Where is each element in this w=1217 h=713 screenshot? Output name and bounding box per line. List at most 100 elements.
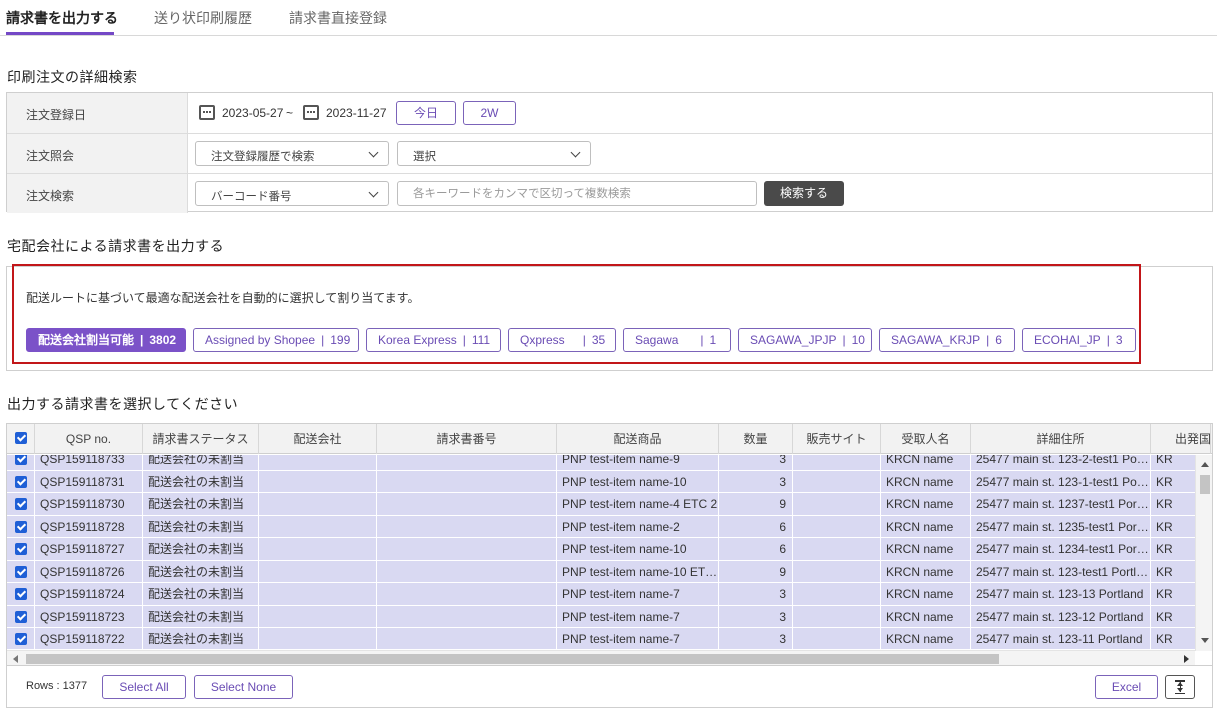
row-select-cell	[7, 538, 35, 560]
column-header-status[interactable]: 請求書ステータス	[143, 424, 259, 454]
cell-qsp: QSP159118726	[35, 560, 143, 582]
date-from[interactable]: 2023-05-27	[222, 106, 283, 120]
excel-button[interactable]: Excel	[1095, 675, 1158, 699]
courier-chip-qxpress[interactable]: Qxpress | 35	[508, 328, 616, 352]
row-select-cell	[7, 515, 35, 537]
row-checkbox[interactable]	[15, 543, 27, 555]
cell-origin-country: KR	[1151, 561, 1197, 583]
courier-chip-sagawa[interactable]: Sagawa | 1	[623, 328, 731, 352]
courier-chip-sagawa-jpjp[interactable]: SAGAWA_JPJP | 10	[738, 328, 872, 352]
inquiry-option-value: 選択	[413, 151, 436, 163]
row-checkbox[interactable]	[15, 498, 27, 510]
two-week-button[interactable]: 2W	[463, 101, 516, 125]
tab-direct-register[interactable]: 請求書直接登録	[289, 8, 387, 28]
row-checkbox[interactable]	[15, 455, 27, 465]
scroll-up-arrow-icon[interactable]	[1201, 462, 1209, 467]
tab-print-history[interactable]: 送り状印刷履歴	[154, 8, 252, 28]
today-button[interactable]: 今日	[396, 101, 456, 125]
scroll-right-arrow-icon[interactable]	[1184, 655, 1189, 663]
courier-chip-ecohai[interactable]: ECOHAI_JP | 3	[1022, 328, 1136, 352]
vertical-scroll-thumb[interactable]	[1200, 475, 1210, 494]
search-row-date: 注文登録日 2023-05-27 ~ 2023-11-27 今日 2W	[7, 93, 1212, 133]
column-header-site[interactable]: 販売サイト	[793, 424, 881, 454]
cell-product: PNP test-item name-2	[557, 515, 719, 537]
cell-qsp: QSP159118722	[35, 628, 143, 649]
date-separator: ~	[286, 106, 294, 120]
date-to[interactable]: 2023-11-27	[326, 106, 387, 120]
calendar-icon[interactable]	[303, 105, 319, 120]
column-header-invoice-number[interactable]: 請求書番号	[377, 424, 557, 454]
tab-print-invoice[interactable]: 請求書を出力する	[6, 8, 118, 28]
courier-chip-sagawa-krjp[interactable]: SAGAWA_KRJP | 6	[879, 328, 1015, 352]
cell-address: 25477 main st. 1235-test1 Portland	[971, 515, 1151, 537]
cell-product: PNP test-item name-4 ETC 2	[557, 493, 719, 515]
vertical-scrollbar[interactable]	[1195, 455, 1212, 651]
header-select-all-cell[interactable]	[7, 424, 35, 454]
column-header-product[interactable]: 配送商品	[557, 424, 719, 454]
table-body: QSP159118733 配送会社の未割当 PNP test-item name…	[7, 455, 1197, 649]
row-checkbox[interactable]	[15, 588, 27, 600]
cell-origin-country: KR	[1151, 606, 1197, 628]
table-row[interactable]: QSP159118727 配送会社の未割当 PNP test-item name…	[7, 538, 1197, 561]
date-label: 注文登録日	[7, 93, 188, 133]
cell-status: 配送会社の未割当	[143, 560, 259, 582]
column-header-origin-country[interactable]: 出発国	[1151, 424, 1211, 454]
cell-address: 25477 main st. 123-13 Portland	[971, 583, 1151, 605]
row-checkbox[interactable]	[15, 520, 27, 533]
table-row[interactable]: QSP159118724 配送会社の未割当 PNP test-item name…	[7, 583, 1197, 606]
inquiry-type-select[interactable]: 注文登録履歴で検索	[195, 141, 389, 166]
courier-chip-assignable[interactable]: 配送会社割当可能 | 3802	[26, 328, 186, 352]
table-row[interactable]: QSP159118723 配送会社の未割当 PNP test-item name…	[7, 605, 1197, 628]
column-header-address[interactable]: 詳細住所	[971, 424, 1151, 454]
column-header-qsp[interactable]: QSP no.	[35, 424, 143, 454]
scroll-down-arrow-icon[interactable]	[1201, 638, 1209, 643]
row-checkbox[interactable]	[15, 610, 27, 623]
table-row[interactable]: QSP159118733 配送会社の未割当 PNP test-item name…	[7, 455, 1197, 471]
header-checkbox[interactable]	[15, 432, 27, 444]
cell-recipient: KRCN name	[881, 470, 971, 492]
cell-invoice-number	[377, 560, 557, 582]
horizontal-scroll-thumb[interactable]	[26, 654, 999, 664]
expand-down-tip	[1176, 688, 1183, 692]
search-type-select[interactable]: バーコード番号	[195, 181, 389, 206]
courier-chip-shopee[interactable]: Assigned by Shopee | 199	[193, 328, 359, 352]
cell-invoice-number	[377, 470, 557, 492]
chip-label: Qxpress	[520, 333, 565, 347]
cell-status: 配送会社の未割当	[143, 515, 259, 537]
table-row[interactable]: QSP159118722 配送会社の未割当 PNP test-item name…	[7, 628, 1197, 649]
row-checkbox[interactable]	[15, 475, 27, 488]
search-button[interactable]: 検索する	[764, 181, 844, 206]
row-checkbox[interactable]	[15, 633, 27, 645]
chip-count: 199	[330, 333, 351, 347]
keyword-search-label: 注文検索	[7, 174, 188, 213]
column-header-quantity[interactable]: 数量	[719, 424, 793, 454]
courier-chip-korea-express[interactable]: Korea Express | 111	[366, 328, 501, 352]
expand-vertical-icon[interactable]	[1165, 675, 1195, 699]
cell-origin-country: KR	[1151, 493, 1197, 515]
chevron-down-icon	[368, 187, 379, 198]
table-row[interactable]: QSP159118728 配送会社の未割当 PNP test-item name…	[7, 515, 1197, 538]
chip-count: 10	[851, 333, 865, 347]
chip-label: Assigned by Shopee	[205, 333, 316, 347]
select-all-button[interactable]: Select All	[102, 675, 186, 699]
table-row[interactable]: QSP159118730 配送会社の未割当 PNP test-item name…	[7, 493, 1197, 516]
table-row[interactable]: QSP159118731 配送会社の未割当 PNP test-item name…	[7, 470, 1197, 493]
inquiry-option-select[interactable]: 選択	[397, 141, 591, 166]
scroll-left-arrow-icon[interactable]	[13, 655, 18, 663]
select-none-button[interactable]: Select None	[194, 675, 293, 699]
column-header-courier[interactable]: 配送会社	[259, 424, 377, 454]
cell-origin-country: KR	[1151, 583, 1197, 605]
cell-quantity: 9	[719, 493, 793, 515]
table-row[interactable]: QSP159118726 配送会社の未割当 PNP test-item name…	[7, 560, 1197, 583]
cell-invoice-number	[377, 538, 557, 560]
cell-site	[793, 538, 881, 560]
cell-recipient: KRCN name	[881, 515, 971, 537]
cell-site	[793, 560, 881, 582]
cell-quantity: 6	[719, 515, 793, 537]
keyword-search-input[interactable]	[397, 181, 757, 206]
column-header-recipient[interactable]: 受取人名	[881, 424, 971, 454]
calendar-icon[interactable]	[199, 105, 215, 120]
horizontal-scrollbar[interactable]	[7, 650, 1195, 665]
cell-quantity: 3	[719, 583, 793, 605]
row-checkbox[interactable]	[15, 565, 27, 578]
